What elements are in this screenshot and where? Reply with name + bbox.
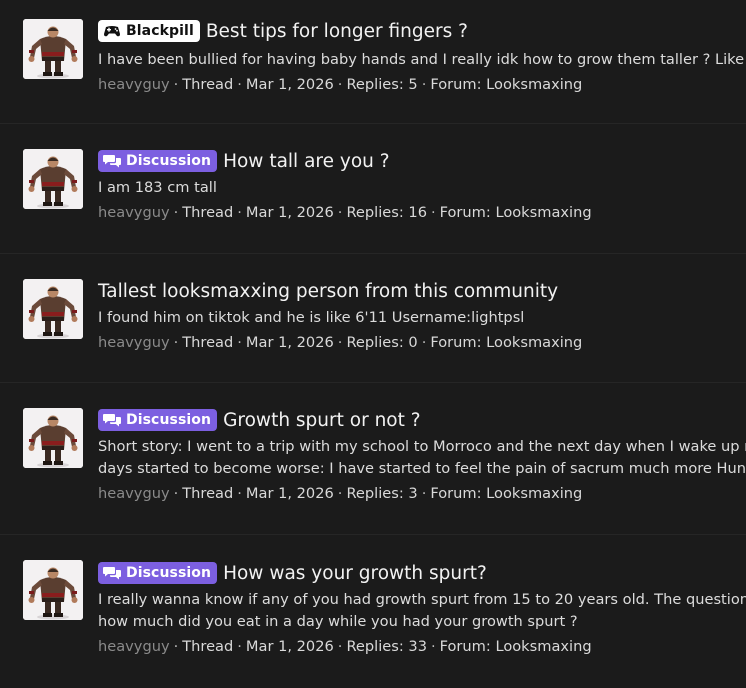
separator: · [237, 76, 242, 93]
prefix-badge-blackpill[interactable]: Blackpill [98, 20, 200, 42]
separator: · [337, 76, 343, 93]
author-link[interactable]: heavyguy [98, 204, 170, 221]
separator: · [337, 638, 343, 655]
post-date: Mar 1, 2026 [245, 638, 334, 655]
thread-snippet: days started to become worse: I have sta… [98, 460, 746, 477]
forum-link[interactable]: Forum: Looksmaxing [430, 334, 582, 351]
thread-meta: heavyguy · Thread · Mar 1, 2026 · Replies: 33 ·… [98, 636, 746, 658]
avatar[interactable] [23, 19, 83, 79]
separator: · [337, 485, 343, 502]
separator: · [337, 204, 343, 221]
avatar[interactable] [23, 408, 83, 468]
separator: · [173, 76, 179, 93]
post-date: Mar 1, 2026 [245, 334, 334, 351]
separator: · [237, 485, 242, 502]
heavy-character-icon [23, 408, 83, 468]
separator: · [430, 638, 436, 655]
thread-snippet: I am 183 cm tall [98, 179, 217, 196]
forum-link[interactable]: Forum: Looksmaxing [430, 485, 582, 502]
reply-count: Replies: 0 [346, 334, 418, 351]
badge-label: Blackpill [126, 23, 194, 39]
badge-label: Discussion [126, 153, 212, 169]
separator: · [421, 334, 427, 351]
author-link[interactable]: heavyguy [98, 76, 170, 93]
thread-meta: heavyguy · Thread · Mar 1, 2026 · Replies: 16 ·… [98, 202, 746, 224]
thread-snippet: Short story: I went to a trip with my sc… [98, 438, 746, 455]
thread-row: Blackpill Best tips for longer fingers ?… [0, 0, 746, 124]
post-date: Mar 1, 2026 [245, 204, 334, 221]
reply-count: Replies: 5 [346, 76, 418, 93]
badge-label: Discussion [126, 565, 212, 581]
avatar[interactable] [23, 279, 83, 339]
content-type: Thread [182, 485, 234, 502]
reply-count: Replies: 16 [346, 204, 427, 221]
heavy-character-icon [23, 560, 83, 620]
post-date: Mar 1, 2026 [245, 76, 334, 93]
prefix-badge-discussion[interactable]: Discussion [98, 150, 218, 172]
content-type: Thread [182, 638, 234, 655]
thread-meta: heavyguy · Thread · Mar 1, 2026 · Replies: 3 · F… [98, 483, 746, 505]
heavy-character-icon [23, 279, 83, 339]
separator: · [237, 334, 242, 351]
separator: · [173, 638, 179, 655]
forum-link[interactable]: Forum: Looksmaxing [440, 204, 592, 221]
forum-link[interactable]: Forum: Looksmaxing [430, 76, 582, 93]
thread-list: Blackpill Best tips for longer fingers ?… [0, 0, 746, 688]
chat-bubbles-icon [103, 413, 121, 426]
author-link[interactable]: heavyguy [98, 638, 170, 655]
thread-row: Discussion Growth spurt or not ? Short s… [0, 383, 746, 535]
heavy-character-icon [23, 19, 83, 79]
thread-row: Discussion How was your growth spurt? I … [0, 535, 746, 688]
content-type: Thread [182, 334, 234, 351]
content-type: Thread [182, 76, 234, 93]
thread-row: Discussion How tall are you ? I am 183 c… [0, 124, 746, 254]
prefix-badge-discussion[interactable]: Discussion [98, 562, 218, 584]
thread-title[interactable]: How tall are you ? [223, 151, 389, 172]
gamepad-icon [104, 26, 120, 37]
separator: · [337, 334, 343, 351]
avatar[interactable] [23, 149, 83, 209]
separator: · [173, 485, 179, 502]
thread-row: Tallest looksmaxxing person from this co… [0, 254, 746, 383]
badge-label: Discussion [126, 412, 212, 428]
separator: · [237, 204, 242, 221]
thread-snippet: how much did you eat in a day while you … [98, 613, 578, 630]
separator: · [237, 638, 242, 655]
avatar[interactable] [23, 560, 83, 620]
thread-title[interactable]: Tallest looksmaxxing person from this co… [98, 281, 558, 302]
chat-bubbles-icon [103, 154, 121, 167]
chat-bubbles-icon [103, 566, 121, 579]
forum-link[interactable]: Forum: Looksmaxing [440, 638, 592, 655]
thread-title[interactable]: Best tips for longer fingers ? [206, 21, 468, 42]
separator: · [430, 204, 436, 221]
heavy-character-icon [23, 149, 83, 209]
thread-meta: heavyguy · Thread · Mar 1, 2026 · Replies: 5 · F… [98, 74, 746, 96]
thread-title[interactable]: Growth spurt or not ? [223, 410, 421, 431]
post-date: Mar 1, 2026 [245, 485, 334, 502]
author-link[interactable]: heavyguy [98, 485, 170, 502]
separator: · [421, 485, 427, 502]
thread-snippet: I found him on tiktok and he is like 6'1… [98, 309, 525, 326]
prefix-badge-discussion[interactable]: Discussion [98, 409, 218, 431]
reply-count: Replies: 33 [346, 638, 427, 655]
thread-snippet: I really wanna know if any of you had gr… [98, 591, 746, 608]
thread-title[interactable]: How was your growth spurt? [223, 563, 487, 584]
content-type: Thread [182, 204, 234, 221]
thread-meta: heavyguy · Thread · Mar 1, 2026 · Replies: 0 · F… [98, 332, 746, 354]
author-link[interactable]: heavyguy [98, 334, 170, 351]
separator: · [173, 204, 179, 221]
reply-count: Replies: 3 [346, 485, 418, 502]
separator: · [173, 334, 179, 351]
separator: · [421, 76, 427, 93]
thread-snippet: I have been bullied for having baby hand… [98, 51, 746, 68]
